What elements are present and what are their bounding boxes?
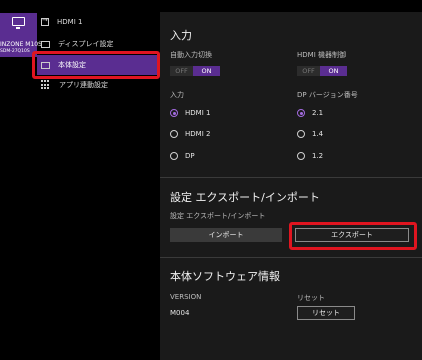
radio-label: HDMI 2 (185, 130, 211, 138)
top-strip (160, 0, 422, 12)
monitor-icon (41, 61, 50, 69)
input-icon (41, 16, 49, 26)
dp-version-label: DP バージョン番号 (297, 91, 358, 99)
sidebar-item-display-settings[interactable]: ディスプレイ設定 (37, 35, 114, 53)
radio-dot (170, 109, 178, 117)
toggle-on: ON (320, 66, 347, 76)
sidebar-item-app-link-settings[interactable]: アプリ連動設定 (37, 76, 108, 94)
divider (160, 257, 422, 258)
radio-hdmi1[interactable]: HDMI 1 (170, 109, 210, 117)
sidebar-item-label: 本体設定 (58, 61, 86, 69)
radio-label: 1.4 (312, 130, 324, 138)
toggle-on: ON (193, 66, 220, 76)
radio-dp-1-4[interactable]: 1.4 (297, 130, 323, 138)
display-icon (41, 40, 50, 48)
reset-button[interactable]: リセット (297, 306, 355, 320)
section-title-input: 入力 (170, 29, 192, 42)
device-sub-model: SDM-27Q10S (0, 49, 30, 54)
radio-label: HDMI 1 (185, 109, 211, 117)
divider (160, 177, 422, 178)
toggle-off: OFF (297, 66, 320, 76)
monitor-icon (12, 17, 25, 29)
sidebar-item-label: HDMI 1 (57, 18, 83, 26)
reset-label: リセット (297, 294, 325, 302)
radio-label: 2.1 (312, 109, 324, 117)
section-title-export: 設定 エクスポート/インポート (170, 191, 320, 204)
version-label: VERSION (170, 293, 202, 301)
sidebar-item-device-settings[interactable]: 本体設定 (37, 55, 157, 75)
import-button[interactable]: インポート (170, 228, 282, 242)
radio-dp-1-2[interactable]: 1.2 (297, 152, 323, 160)
sidebar-item-hdmi1[interactable]: HDMI 1 (37, 13, 82, 31)
radio-dot (297, 152, 305, 160)
device-tile[interactable]: INZONE M10S SDM-27Q10S (0, 13, 42, 57)
radio-dp-2-1[interactable]: 2.1 (297, 109, 323, 117)
input-label: 入力 (170, 91, 184, 99)
radio-hdmi2[interactable]: HDMI 2 (170, 130, 210, 138)
radio-dp[interactable]: DP (170, 152, 195, 160)
export-button[interactable]: エクスポート (295, 228, 409, 242)
auto-switch-label: 自動入力切換 (170, 51, 212, 59)
hdmi-control-label: HDMI 機器制御 (297, 51, 346, 59)
sidebar-item-label: ディスプレイ設定 (58, 40, 114, 48)
hdmi-control-toggle[interactable]: OFF ON (297, 66, 347, 76)
grid-icon (41, 80, 51, 90)
radio-dot (297, 109, 305, 117)
version-value: M004 (170, 309, 190, 317)
sidebar-item-label: アプリ連動設定 (59, 81, 108, 89)
radio-dot (170, 130, 178, 138)
toggle-off: OFF (170, 66, 193, 76)
radio-dot (297, 130, 305, 138)
device-model: INZONE M10S (0, 41, 42, 48)
section-title-software: 本体ソフトウェア情報 (170, 270, 280, 283)
radio-dot (170, 152, 178, 160)
radio-label: 1.2 (312, 152, 324, 160)
radio-label: DP (185, 152, 195, 160)
sidebar: INZONE M10S SDM-27Q10S HDMI 1 ディスプレイ設定 本… (0, 0, 162, 360)
auto-switch-toggle[interactable]: OFF ON (170, 66, 220, 76)
export-sub-label: 設定 エクスポート/インポート (170, 212, 266, 220)
